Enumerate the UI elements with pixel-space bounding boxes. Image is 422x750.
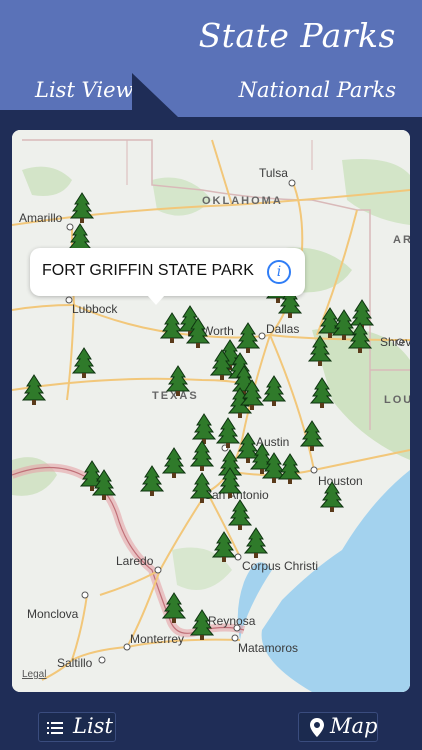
park-marker-tree-icon[interactable]	[166, 365, 190, 397]
park-marker-tree-icon[interactable]	[160, 312, 184, 344]
park-marker-tree-icon[interactable]	[70, 192, 94, 224]
park-marker-tree-icon[interactable]	[212, 531, 236, 563]
app-title: State Parks	[198, 16, 396, 55]
info-icon[interactable]: i	[267, 260, 291, 284]
park-marker-tree-icon[interactable]	[190, 609, 214, 641]
map-pin-icon	[310, 718, 324, 737]
park-marker-tree-icon[interactable]	[310, 377, 334, 409]
park-marker-tree-icon[interactable]	[192, 413, 216, 445]
park-marker-tree-icon[interactable]	[216, 417, 240, 449]
park-marker-tree-icon[interactable]	[236, 322, 260, 354]
park-marker-tree-icon[interactable]	[262, 375, 286, 407]
map-button-label: Map	[330, 714, 378, 738]
park-markers-layer	[22, 192, 374, 641]
map-button[interactable]: Map	[298, 712, 378, 742]
park-callout[interactable]: FORT GRIFFIN STATE PARK i	[30, 248, 305, 296]
park-marker-tree-icon[interactable]	[300, 420, 324, 452]
callout-park-name: FORT GRIFFIN STATE PARK	[42, 262, 254, 279]
map-view[interactable]: OKLAHOMA TEXAS AR LOU Tulsa Amarillo Lub…	[12, 130, 410, 692]
park-marker-tree-icon[interactable]	[244, 527, 268, 559]
header-tab-notch	[0, 73, 422, 130]
park-marker-tree-icon[interactable]	[278, 453, 302, 485]
park-marker-tree-icon[interactable]	[308, 335, 332, 367]
park-marker-tree-icon[interactable]	[72, 347, 96, 379]
park-marker-tree-icon[interactable]	[22, 374, 46, 406]
park-marker-tree-icon[interactable]	[162, 447, 186, 479]
callout-pointer	[147, 295, 165, 305]
list-button-label: List	[73, 714, 113, 738]
park-marker-tree-icon[interactable]	[228, 499, 252, 531]
list-button[interactable]: List	[38, 712, 116, 742]
map-legal-link[interactable]: Legal	[22, 669, 46, 680]
park-marker-tree-icon[interactable]	[190, 472, 214, 504]
park-marker-tree-icon[interactable]	[162, 592, 186, 624]
park-marker-tree-icon[interactable]	[140, 465, 164, 497]
park-marker-tree-icon[interactable]	[190, 440, 214, 472]
park-marker-tree-icon[interactable]	[320, 481, 344, 513]
list-icon	[47, 722, 63, 734]
